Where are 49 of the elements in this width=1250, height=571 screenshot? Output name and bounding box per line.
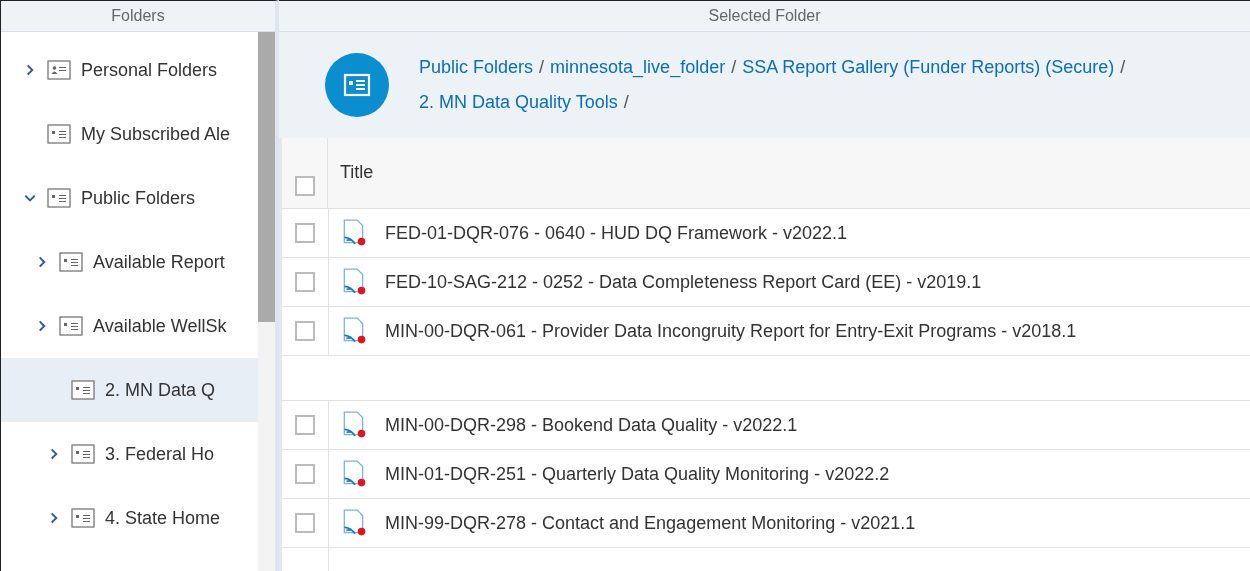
tree-item[interactable]: 3. Federal Ho xyxy=(1,422,258,486)
report-document-icon xyxy=(341,460,367,488)
tree-item[interactable]: Available Report xyxy=(1,230,258,294)
report-title[interactable]: MIN-00-DQR-298 - Bookend Data Quality - v2022.1 xyxy=(385,414,798,436)
row-checkbox[interactable] xyxy=(295,321,315,341)
tree-item[interactable]: Available WellSk xyxy=(1,294,258,358)
folder-card-icon xyxy=(47,124,71,144)
folder-card-icon xyxy=(71,380,95,400)
breadcrumb-separator: / xyxy=(539,57,545,77)
report-title[interactable]: FED-01-DQR-076 - 0640 - HUD DQ Framework - v2022.1 xyxy=(385,222,848,244)
tree-item[interactable]: 2. MN Data Q xyxy=(1,358,258,422)
breadcrumb-separator: / xyxy=(623,92,629,112)
report-title[interactable]: MIN-99-DQR-278 - Contact and Engagement Monitoring - v2021.1 xyxy=(385,512,916,534)
breadcrumb-link[interactable]: minnesota_live_folder xyxy=(550,57,726,77)
tree-item[interactable]: 4. State Home xyxy=(1,486,258,550)
row-checkbox[interactable] xyxy=(295,415,315,435)
tree-item[interactable]: Public Folders xyxy=(1,166,258,230)
folder-card-icon xyxy=(71,444,95,464)
row-checkbox[interactable] xyxy=(295,223,315,243)
column-header[interactable]: Title xyxy=(340,162,374,183)
row-checkbox[interactable] xyxy=(295,272,315,292)
row-checkbox[interactable] xyxy=(295,513,315,533)
report-document-icon xyxy=(341,219,367,247)
folder-card-icon xyxy=(325,53,389,117)
folder-card-icon xyxy=(59,316,83,336)
scrollbar[interactable] xyxy=(258,32,275,571)
report-title[interactable]: FED-10-SAG-212 - 0252 - Data Completeness Report Card (EE) - v2019.1 xyxy=(385,271,982,293)
select-all-checkbox[interactable] xyxy=(294,176,315,196)
breadcrumb-link[interactable]: Public Folders xyxy=(419,57,534,77)
report-document-icon xyxy=(341,411,367,439)
folder-card-icon xyxy=(47,188,71,208)
tree-item[interactable]: My Subscribed Ale xyxy=(1,102,258,166)
panel-title: Selected Folder xyxy=(708,7,821,25)
breadcrumb-link[interactable]: SSA Report Gallery (Funder Reports) (Secure) xyxy=(742,57,1115,77)
folder-card-icon xyxy=(59,252,83,272)
breadcrumb-separator: / xyxy=(1120,57,1126,77)
report-title[interactable]: MIN-00-DQR-061 - Provider Data Incongruity Report for Entry-Exit Programs - v2018.1 xyxy=(385,320,1077,342)
person-card-icon xyxy=(47,60,71,80)
report-document-icon xyxy=(341,509,367,537)
report-document-icon xyxy=(341,268,367,296)
breadcrumb-link[interactable]: 2. MN Data Quality Tools xyxy=(419,92,618,112)
folder-card-icon xyxy=(71,508,95,528)
row-checkbox[interactable] xyxy=(295,464,315,484)
report-title[interactable]: MIN-01-DQR-251 - Quarterly Data Quality Monitoring - v2022.2 xyxy=(385,463,890,485)
panel-title: Folders xyxy=(111,7,165,25)
scrollbar-thumb[interactable] xyxy=(258,32,275,322)
tree-item[interactable]: Personal Folders xyxy=(1,38,258,102)
breadcrumb-separator: / xyxy=(731,57,737,77)
report-document-icon xyxy=(341,317,367,345)
